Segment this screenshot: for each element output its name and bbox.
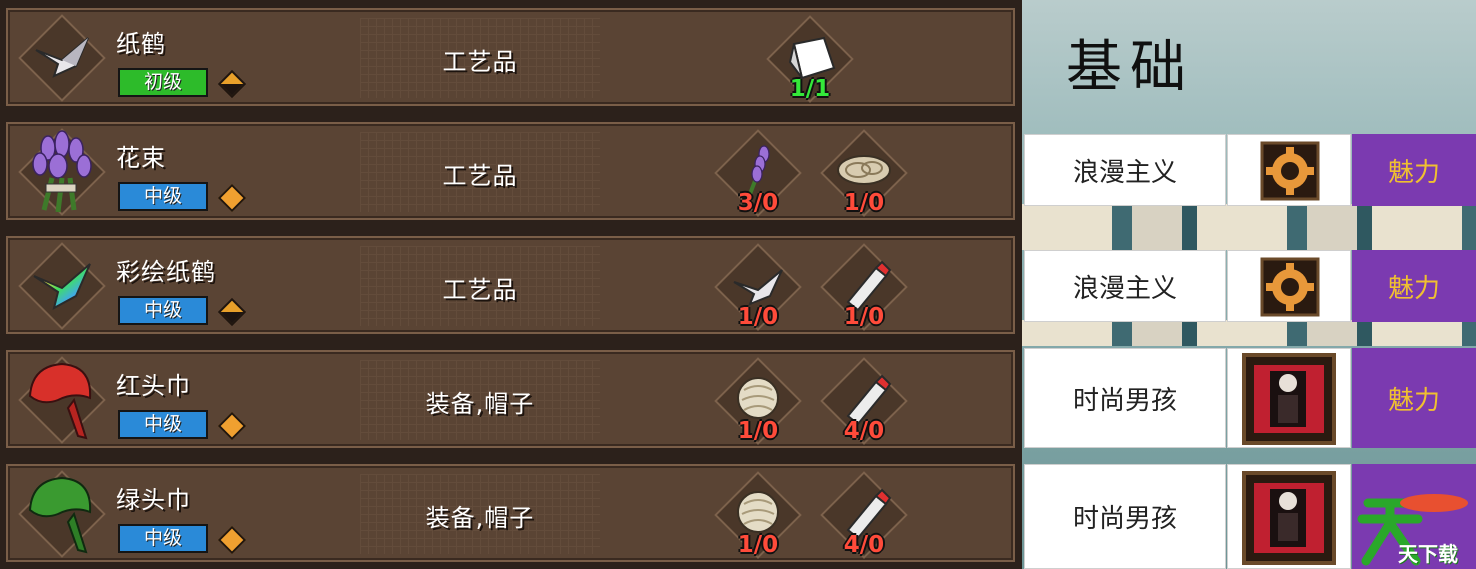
gear-badge-icon	[1260, 141, 1320, 201]
recipe-row[interactable]: 纸鹤 初级 工艺品 1/1	[6, 8, 1015, 106]
trait-row[interactable]: 时尚男孩 魅力	[1022, 348, 1476, 448]
tier-badge: 中级	[118, 410, 208, 439]
ingredient-slot[interactable]: 1/0	[818, 129, 910, 222]
item-category: 装备,帽子	[425, 390, 535, 418]
ingredient-count: 1/0	[737, 304, 779, 330]
quality-icon	[217, 69, 247, 99]
item-category: 工艺品	[442, 276, 518, 304]
trait-row[interactable]: 浪漫主义 魅力	[1022, 250, 1476, 322]
ingredient-count: 4/0	[843, 532, 885, 558]
quality-icon	[217, 183, 247, 213]
fashion-portrait-icon	[1242, 353, 1336, 445]
trait-name: 时尚男孩	[1024, 348, 1226, 448]
crafting-list: 纸鹤 初级 工艺品 1/1 花束 中级 工艺品 3/0 1/0 彩绘纸鹤 中级 …	[0, 0, 1022, 569]
trait-icon-cell	[1227, 464, 1351, 569]
item-category: 工艺品	[442, 162, 518, 190]
ingredient-count: 3/0	[737, 190, 779, 216]
tier-badge: 中级	[118, 296, 208, 325]
quality-icon	[217, 411, 247, 441]
quality-icon	[217, 297, 247, 327]
ingredient-count: 1/0	[843, 304, 885, 330]
trait-name: 浪漫主义	[1024, 134, 1226, 206]
panel-heading: 基础	[1066, 35, 1194, 100]
red-bandana-icon	[18, 356, 106, 444]
rainbow-crane-icon	[18, 242, 106, 330]
item-name: 彩绘纸鹤	[116, 258, 216, 286]
ingredient-slot[interactable]: 4/0	[818, 357, 910, 450]
background-stripe	[1022, 320, 1476, 346]
ingredient-count: 1/0	[737, 418, 779, 444]
quality-icon	[217, 525, 247, 555]
tier-badge: 中级	[118, 182, 208, 211]
trait-icon-cell	[1227, 134, 1351, 206]
item-category: 装备,帽子	[425, 504, 535, 532]
trait-icon-cell	[1227, 348, 1351, 448]
item-name: 绿头巾	[116, 486, 191, 514]
ingredient-count: 1/0	[737, 532, 779, 558]
recipe-row[interactable]: 绿头巾 中级 装备,帽子 1/0 4/0	[6, 464, 1015, 562]
trait-attribute: 魅力	[1352, 134, 1476, 206]
fashion-portrait-icon	[1242, 471, 1336, 565]
ingredient-slot[interactable]: 1/0	[818, 243, 910, 336]
ingredient-slot[interactable]: 1/0	[712, 357, 804, 450]
ingredient-count: 1/1	[789, 76, 831, 102]
watermark-text: 天下载	[1398, 542, 1458, 566]
item-name: 花束	[116, 144, 166, 172]
ingredient-slot[interactable]: 1/0	[712, 471, 804, 564]
trait-panel: 基础 浪漫主义 魅力 浪漫主义 魅力 时尚男孩 魅力 时尚男孩	[1022, 0, 1476, 569]
trait-row[interactable]: 浪漫主义 魅力	[1022, 134, 1476, 206]
paper-crane-icon	[18, 14, 106, 102]
trait-name: 时尚男孩	[1024, 464, 1226, 569]
background-stripe	[1022, 204, 1476, 250]
tier-badge: 中级	[118, 524, 208, 553]
recipe-row[interactable]: 彩绘纸鹤 中级 工艺品 1/0 1/0	[6, 236, 1015, 334]
item-name: 红头巾	[116, 372, 191, 400]
ingredient-slot[interactable]: 1/1	[764, 15, 856, 108]
trait-attribute: 魅力	[1352, 348, 1476, 448]
ingredient-slot[interactable]: 3/0	[712, 129, 804, 222]
ingredient-slot[interactable]: 4/0	[818, 471, 910, 564]
lavender-bouquet-icon	[18, 128, 106, 216]
ingredient-count: 1/0	[843, 190, 885, 216]
item-category: 工艺品	[442, 48, 518, 76]
item-name: 纸鹤	[116, 30, 166, 58]
gear-badge-icon	[1260, 257, 1320, 317]
recipe-row[interactable]: 花束 中级 工艺品 3/0 1/0	[6, 122, 1015, 220]
trait-name: 浪漫主义	[1024, 250, 1226, 322]
ingredient-slot[interactable]: 1/0	[712, 243, 804, 336]
recipe-row[interactable]: 红头巾 中级 装备,帽子 1/0 4/0	[6, 350, 1015, 448]
green-bandana-icon	[18, 470, 106, 558]
trait-attribute: 魅力	[1352, 250, 1476, 322]
tier-badge: 初级	[118, 68, 208, 97]
trait-icon-cell	[1227, 250, 1351, 322]
ingredient-count: 4/0	[843, 418, 885, 444]
